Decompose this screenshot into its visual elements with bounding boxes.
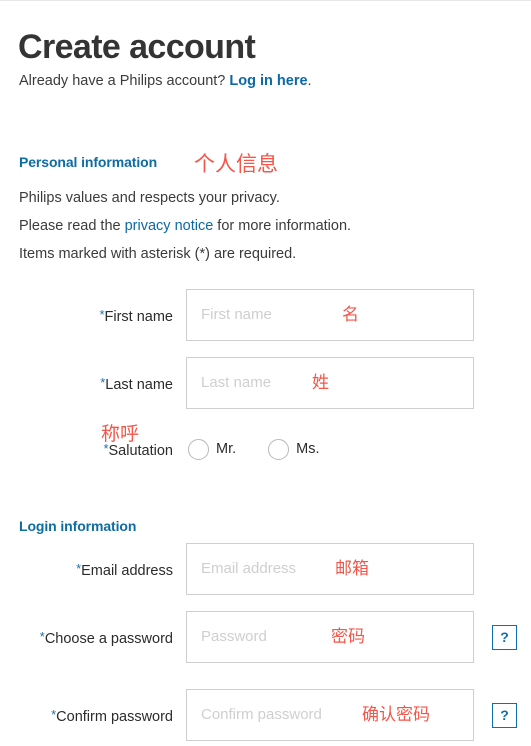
last-name-input[interactable]: Last name 姓 [186, 357, 474, 409]
log-in-here-link[interactable]: Log in here [229, 73, 307, 89]
confirm-password-placeholder: Confirm password [201, 706, 322, 723]
first-name-input[interactable]: First name 名 [186, 289, 474, 341]
radio-circle-icon[interactable] [188, 438, 209, 460]
email-annotation: 邮箱 [335, 559, 369, 579]
login-prompt-text: Already have a Philips account? [19, 73, 230, 89]
last-name-annotation: 姓 [312, 373, 329, 393]
privacy-text-before: Please read the [19, 218, 125, 234]
form-row-password: *Choose a password Password 密码 [0, 611, 531, 663]
salutation-option-mr[interactable]: Mr. [188, 438, 237, 460]
confirm-password-label: *Confirm password [0, 689, 173, 743]
first-name-label-text: First name [104, 309, 174, 325]
password-help-icon[interactable]: ? [492, 625, 517, 650]
privacy-statement-line-1: Philips values and respects your privacy… [19, 190, 280, 206]
radio-circle-icon[interactable] [268, 438, 290, 460]
salutation-option-ms-label: Ms. [296, 441, 320, 457]
confirm-password-annotation: 确认密码 [362, 705, 430, 725]
form-row-confirm-password: *Confirm password Confirm password 确认密码 [0, 689, 531, 741]
first-name-annotation: 名 [342, 305, 359, 325]
password-label: *Choose a password [0, 611, 173, 665]
password-placeholder: Password [201, 628, 267, 645]
form-row-salutation: *Salutation Mr. Ms. [0, 424, 531, 474]
password-input[interactable]: Password 密码 [186, 611, 474, 663]
login-prompt: Already have a Philips account? Log in h… [19, 71, 312, 91]
first-name-placeholder: First name [201, 306, 272, 323]
salutation-label-text: Salutation [108, 443, 174, 459]
last-name-label: *Last name [0, 357, 173, 411]
last-name-label-text: Last name [105, 377, 173, 393]
required-fields-note: Items marked with asterisk (*) are requi… [19, 246, 297, 262]
email-placeholder: Email address [201, 560, 297, 577]
personal-information-header: Personal information [19, 154, 158, 170]
privacy-notice-link[interactable]: privacy notice [125, 218, 214, 234]
privacy-statement-line-2: Please read the privacy notice for more … [19, 216, 351, 236]
last-name-placeholder: Last name [201, 374, 272, 391]
password-label-text: Choose a password [44, 631, 173, 647]
salutation-option-mr-label: Mr. [216, 441, 237, 457]
confirm-password-help-icon[interactable]: ? [492, 703, 517, 728]
salutation-label: *Salutation [0, 424, 173, 476]
form-row-email: *Email address Email address 邮箱 [0, 543, 531, 595]
create-account-page: Create account Already have a Philips ac… [0, 0, 531, 746]
email-label-text: Email address [81, 563, 173, 579]
password-annotation: 密码 [331, 627, 365, 647]
privacy-text-after: for more information. [213, 218, 352, 234]
confirm-password-input[interactable]: Confirm password 确认密码 [186, 689, 474, 741]
personal-information-annotation: 个人信息 [194, 152, 278, 176]
form-row-last-name: *Last name Last name 姓 [0, 357, 531, 409]
salutation-option-ms[interactable]: Ms. [268, 438, 320, 460]
email-input[interactable]: Email address 邮箱 [186, 543, 474, 595]
salutation-radio-group: Mr. Ms. [188, 424, 352, 474]
page-title: Create account [18, 27, 256, 66]
login-information-header: Login information [19, 518, 137, 534]
email-label: *Email address [0, 543, 173, 597]
first-name-label: *First name [0, 289, 173, 343]
top-divider [0, 0, 531, 1]
login-prompt-period: . [307, 73, 312, 89]
form-row-first-name: *First name First name 名 [0, 289, 531, 341]
confirm-password-label-text: Confirm password [56, 709, 173, 725]
